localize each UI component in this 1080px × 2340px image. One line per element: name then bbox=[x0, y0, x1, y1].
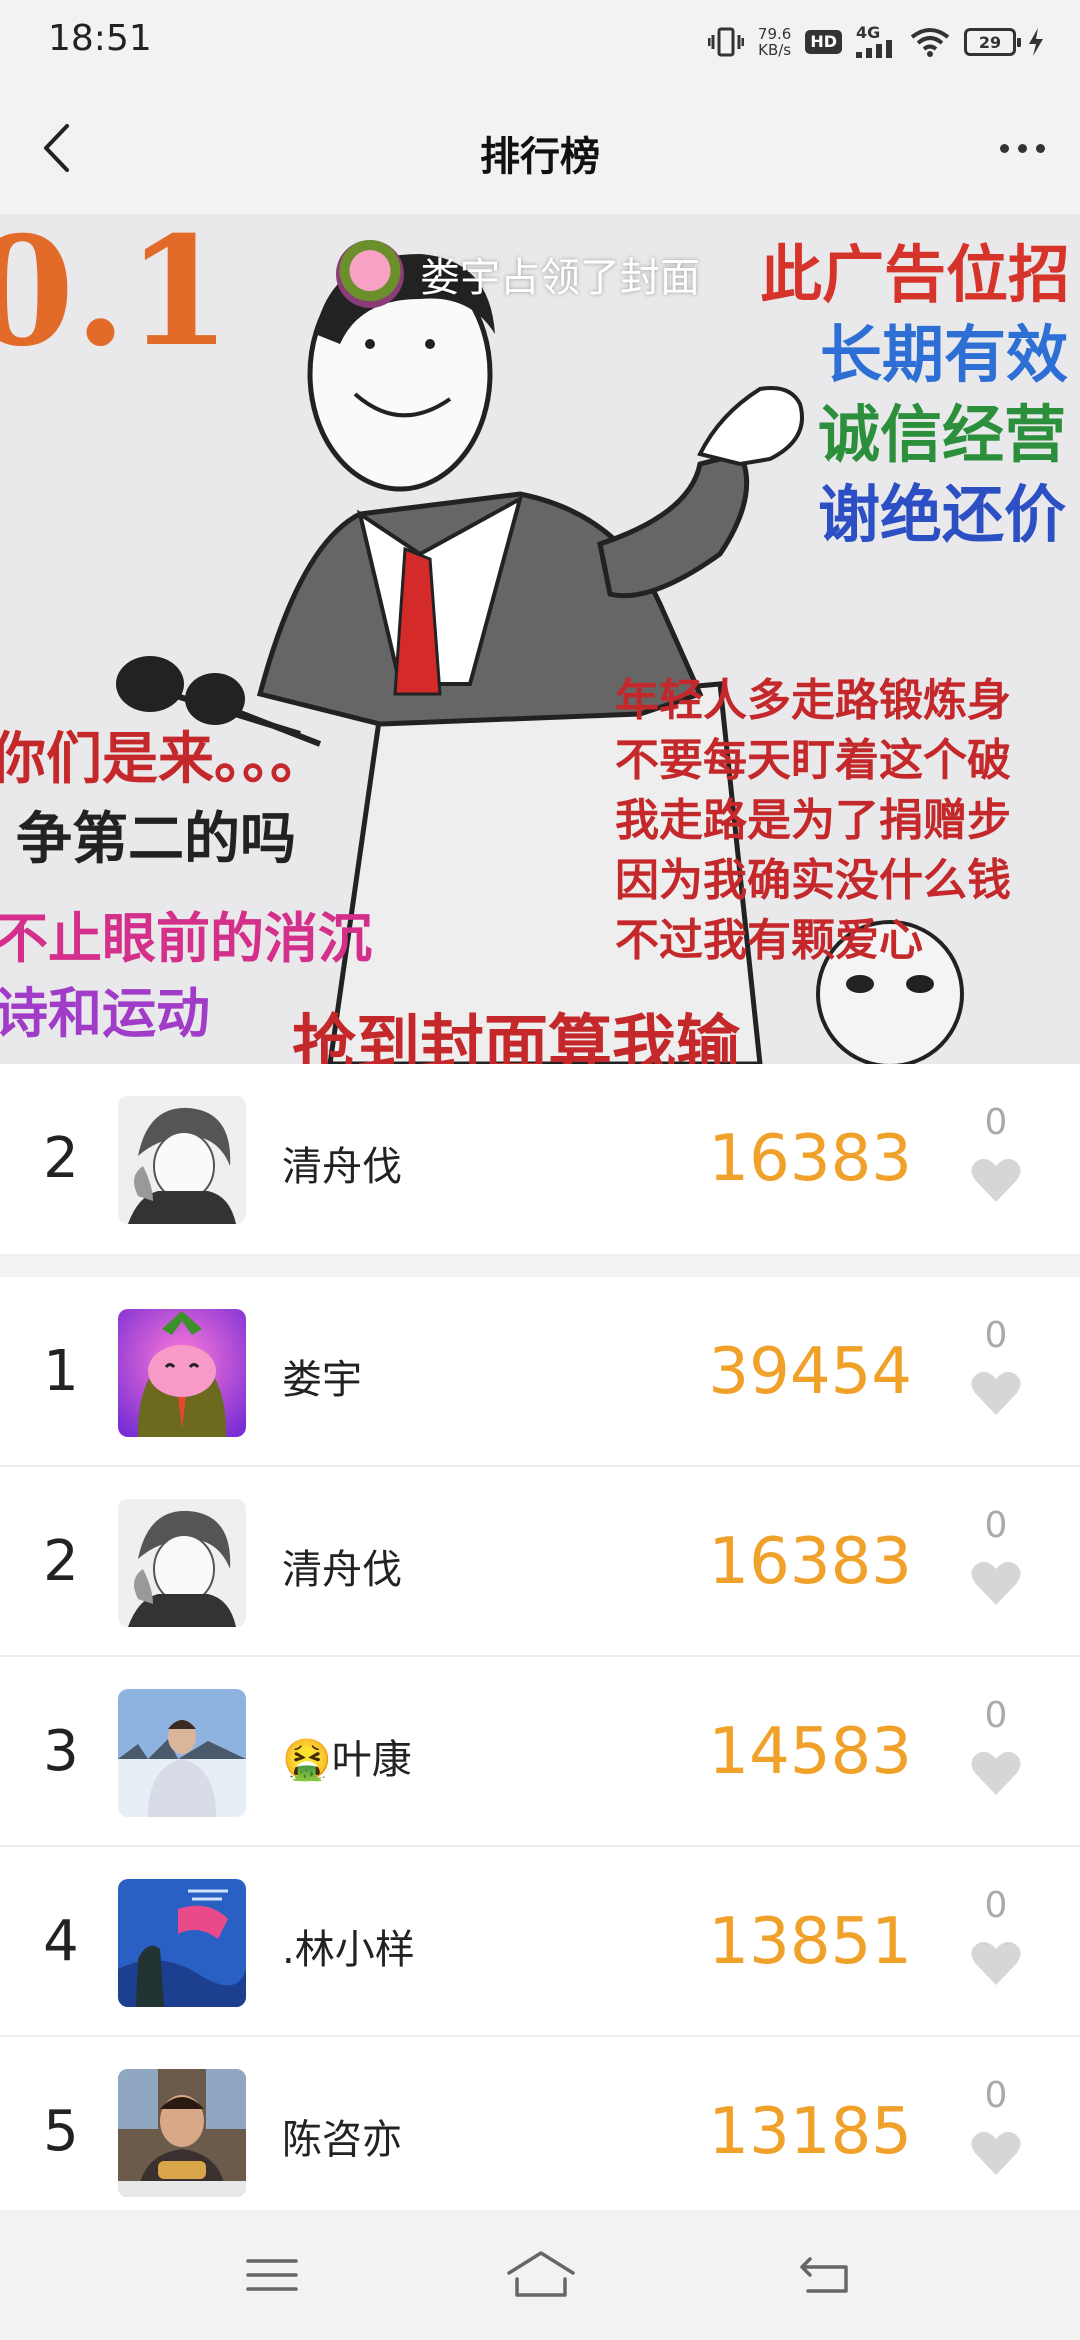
more-button[interactable] bbox=[990, 118, 1054, 178]
ranking-row[interactable]: 2 清舟伐 16383 0 bbox=[0, 1467, 1080, 1657]
like-count: 0 bbox=[984, 1102, 1008, 1143]
home-icon[interactable] bbox=[505, 2245, 577, 2305]
step-score: 16383 bbox=[708, 1525, 912, 1599]
more-dot bbox=[1035, 143, 1045, 153]
battery-level: 29 bbox=[964, 28, 1021, 56]
nav-bar: 排行榜 bbox=[0, 84, 1080, 214]
more-dot bbox=[1017, 143, 1027, 153]
cover-speech-left: 你们是来。。。 bbox=[0, 727, 326, 792]
step-score: 39454 bbox=[708, 1335, 912, 1409]
network-type: 4G bbox=[856, 23, 881, 42]
avatar[interactable] bbox=[118, 1499, 246, 1627]
cover-speech-right: 不要每天盯着这个破 bbox=[615, 735, 1011, 786]
avatar-image bbox=[118, 2069, 246, 2197]
signal-bars-icon bbox=[856, 40, 892, 58]
ranking-row[interactable]: 3 🤮叶康 14583 0 bbox=[0, 1657, 1080, 1847]
step-score: 14583 bbox=[708, 1715, 912, 1789]
vibrate-icon bbox=[707, 27, 744, 57]
cover-ad-line: 诚信经营 bbox=[818, 398, 1067, 471]
user-name: 清舟伐 bbox=[282, 1144, 402, 1190]
section-gap bbox=[0, 1254, 1080, 1277]
cover-ad-line: 长期有效 bbox=[820, 318, 1069, 391]
step-score: 13851 bbox=[708, 1905, 912, 1979]
step-score: 13185 bbox=[708, 2095, 912, 2169]
net-speed: 79.6 KB/s bbox=[758, 26, 791, 58]
heart-icon[interactable] bbox=[970, 2129, 1022, 2177]
user-name: 娄宇 bbox=[282, 1357, 362, 1403]
heart-icon[interactable] bbox=[970, 1749, 1022, 1797]
menu-icon[interactable] bbox=[242, 2245, 302, 2305]
avatar[interactable] bbox=[118, 2069, 246, 2197]
avatar[interactable] bbox=[118, 1689, 246, 1817]
status-icons: 79.6 KB/s HD 4G 29 bbox=[707, 20, 1044, 64]
ranking-row[interactable]: 5 陈咨亦 13185 0 bbox=[0, 2037, 1080, 2210]
status-bar: 18:51 79.6 KB/s HD 4G 29 bbox=[0, 0, 1080, 84]
user-name: 🤮叶康 bbox=[282, 1737, 412, 1783]
status-time: 18:51 bbox=[48, 18, 152, 59]
cover-owner[interactable]: 娄宇占领了封面 bbox=[336, 234, 700, 314]
rank-number: 3 bbox=[43, 1719, 79, 1784]
cover-owner-avatar bbox=[336, 240, 404, 308]
cover-speech-right: 因为我确实没什么钱 bbox=[615, 855, 1011, 906]
ranking-row[interactable]: 1 娄宇 39454 0 bbox=[0, 1277, 1080, 1467]
rank-number: 2 bbox=[43, 1126, 79, 1191]
avatar-image bbox=[118, 1499, 246, 1627]
cover-speech-right: 不过我有颗爱心 bbox=[615, 915, 923, 966]
cover-bottom-text: 抢到封面算我输 bbox=[292, 1009, 740, 1064]
my-rank-row[interactable]: 2 清舟伐 16383 0 bbox=[0, 1064, 1080, 1254]
avatar-image bbox=[118, 1689, 246, 1817]
heart-icon[interactable] bbox=[970, 1939, 1022, 1987]
cover-speech-right: 年轻人多走路锻炼身 bbox=[615, 675, 1011, 726]
cover-owner-text: 娄宇占领了封面 bbox=[420, 255, 700, 301]
rank-number: 2 bbox=[43, 1529, 79, 1594]
heart-icon[interactable] bbox=[970, 1369, 1022, 1417]
user-name: 陈咨亦 bbox=[282, 2117, 402, 2163]
user-name: 清舟伐 bbox=[282, 1547, 402, 1593]
cover-slogan: 诗和运动 bbox=[0, 982, 210, 1045]
like-count: 0 bbox=[984, 1695, 1008, 1736]
cover-speech-right: 我走路是为了捐赠步 bbox=[615, 795, 1011, 846]
user-name: .林小样 bbox=[282, 1927, 415, 1973]
hd-badge: HD bbox=[805, 30, 842, 54]
more-dot bbox=[999, 143, 1009, 153]
rank-number: 1 bbox=[43, 1339, 79, 1404]
charging-icon bbox=[1029, 28, 1043, 56]
cover-ad-line: 谢绝还价 bbox=[818, 478, 1067, 551]
cover-banner[interactable]: 0.1 娄宇占领了封面 此广告位招 长期有效 诚信经营 谢绝还价 你们是来。。。… bbox=[0, 214, 1080, 1064]
avatar-image bbox=[118, 1309, 246, 1437]
avatar-image bbox=[118, 1096, 246, 1224]
system-nav-bar bbox=[0, 2210, 1080, 2340]
battery: 29 bbox=[964, 28, 1044, 56]
rank-number: 4 bbox=[43, 1909, 79, 1974]
net-speed-value: 79.6 bbox=[757, 25, 792, 43]
cover-speech-left: 争第二的吗 bbox=[16, 807, 296, 872]
like-count: 0 bbox=[984, 1505, 1008, 1546]
like-count: 0 bbox=[984, 2075, 1008, 2116]
page-title: 排行榜 bbox=[480, 134, 600, 180]
cover-ad-line: 此广告位招 bbox=[760, 238, 1071, 311]
rank-number: 5 bbox=[43, 2099, 79, 2164]
ranking-row[interactable]: 4 .林小样 13851 0 bbox=[0, 1847, 1080, 2037]
heart-icon[interactable] bbox=[970, 1559, 1022, 1607]
back-icon[interactable] bbox=[796, 2245, 856, 2305]
wifi-icon bbox=[910, 28, 950, 57]
cover-slogan: 不止眼前的消沉 bbox=[0, 907, 372, 970]
like-count: 0 bbox=[984, 1315, 1008, 1356]
cover-big-number: 0.1 bbox=[0, 214, 231, 380]
avatar-image bbox=[118, 1879, 246, 2007]
heart-icon[interactable] bbox=[970, 1156, 1022, 1204]
net-speed-unit: KB/s bbox=[758, 41, 792, 59]
step-score: 16383 bbox=[708, 1122, 912, 1196]
like-count: 0 bbox=[984, 1885, 1008, 1926]
avatar[interactable] bbox=[118, 1309, 246, 1437]
avatar[interactable] bbox=[118, 1879, 246, 2007]
cell-signal: 4G bbox=[856, 23, 896, 58]
avatar[interactable] bbox=[118, 1096, 246, 1224]
